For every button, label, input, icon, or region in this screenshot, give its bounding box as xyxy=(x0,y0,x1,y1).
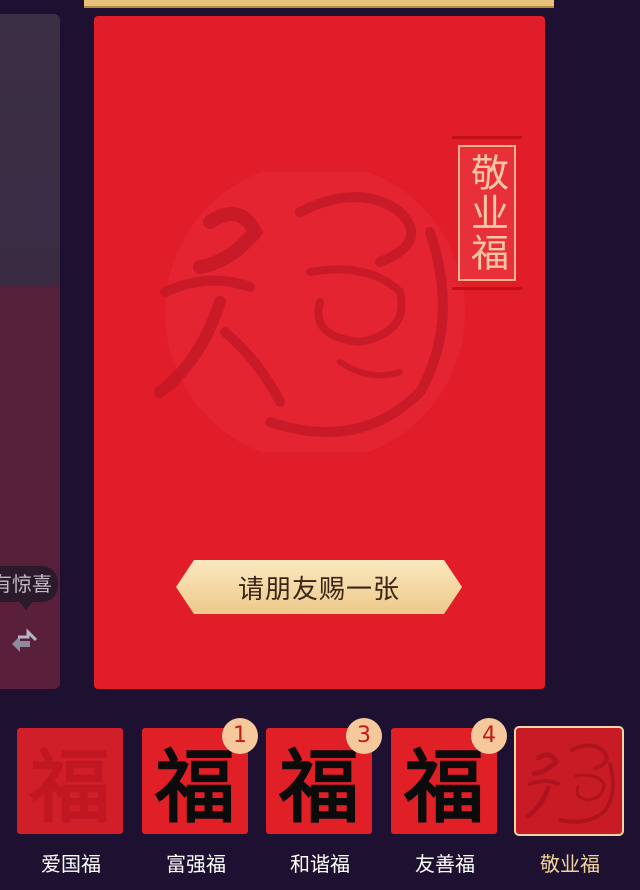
surprise-bubble[interactable]: 有惊喜 xyxy=(0,566,58,602)
fu-card-label: 和谐福 xyxy=(290,852,350,876)
fu-card-aiguo[interactable]: 福 爱国福 xyxy=(17,728,125,877)
fu-glyph: 福 xyxy=(30,740,110,834)
bubble-tail xyxy=(18,600,34,610)
fu-card-tile[interactable]: 福 xyxy=(17,728,123,834)
fu-card-tile-selected[interactable] xyxy=(516,728,622,834)
fu-card-label: 友善福 xyxy=(415,852,475,876)
ask-friend-button[interactable]: 请朋友赐一张 xyxy=(176,560,462,614)
count-badge: 4 xyxy=(471,718,507,754)
fu-card-tile[interactable]: 福 1 xyxy=(142,718,258,834)
count-badge: 1 xyxy=(222,718,258,754)
surprise-bubble-text: 有惊喜 xyxy=(0,572,52,596)
fu-card-label: 敬业福 xyxy=(540,852,600,876)
fu-card-main: 敬业福 请朋友赐一张 xyxy=(94,16,545,689)
card-type-stamp-text: 敬业福 xyxy=(458,145,516,281)
fu-card-youshan[interactable]: 福 4 友善福 xyxy=(391,718,507,877)
fu-card-tile[interactable]: 福 3 xyxy=(266,718,382,834)
card-type-stamp: 敬业福 xyxy=(452,136,522,290)
fu-card-hexie[interactable]: 福 3 和谐福 xyxy=(266,718,382,877)
jingye-fu-thumb-icon xyxy=(525,743,615,824)
fu-card-label: 富强福 xyxy=(166,852,226,876)
fu-card-label: 爱国福 xyxy=(41,852,101,876)
fu-card-tray: 福 爱国福 福 1 富强福 福 3 和谐福 福 4 友善福 敬业福 xyxy=(0,712,640,890)
count-badge: 3 xyxy=(346,718,382,754)
fu-card-jingye[interactable]: 敬业福 xyxy=(516,728,624,877)
share-icon[interactable] xyxy=(6,624,42,660)
top-card-edge xyxy=(84,0,554,8)
fu-card-tile[interactable]: 福 4 xyxy=(391,718,507,834)
jingye-fu-calligraphy-watermark xyxy=(154,172,465,452)
fu-card-fuqiang[interactable]: 福 1 富强福 xyxy=(142,718,258,877)
